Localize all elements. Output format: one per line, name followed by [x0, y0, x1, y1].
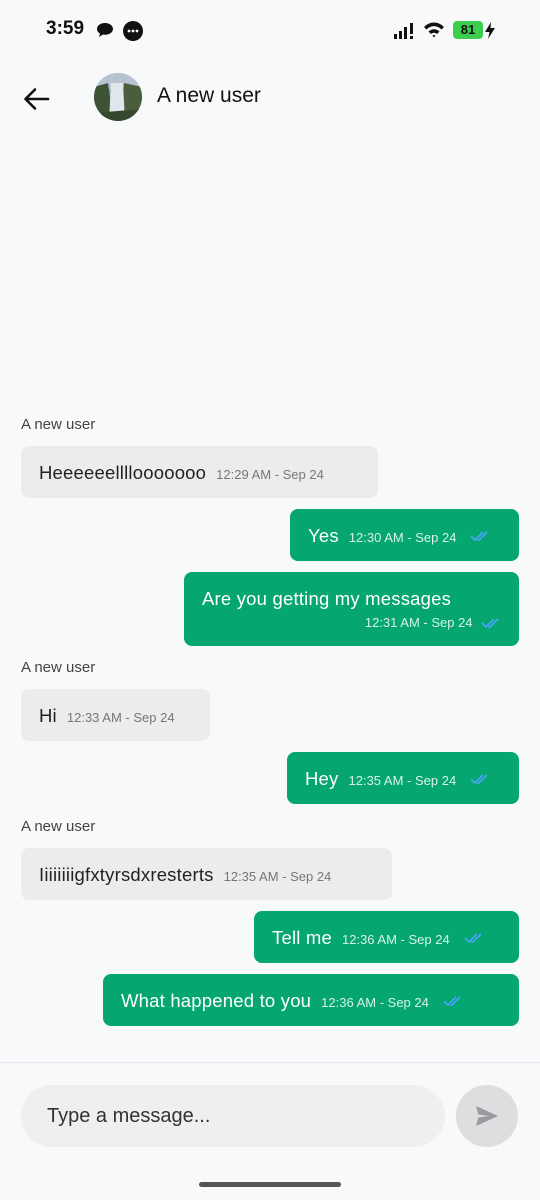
chat-screen: 3:59 81 A new user A new user Heeeeeelll… — [0, 0, 540, 1200]
message-timestamp: 12:31 AM - Sep 24 — [364, 615, 473, 630]
message-text: Heeeeeellllooooooo — [39, 462, 207, 483]
send-button[interactable] — [456, 1085, 518, 1147]
incoming-message-bubble[interactable]: Heeeeeellllooooooo 12:29 AM - Sep 24 — [21, 446, 378, 498]
avatar[interactable] — [94, 73, 142, 121]
double-check-read-icon — [470, 531, 489, 542]
message-text: Tell me — [272, 927, 332, 948]
battery-indicator: 81 — [453, 21, 483, 39]
message-text: What happened to you — [121, 990, 312, 1011]
double-check-read-icon — [443, 996, 461, 1007]
message-text: Iiiiiiiigfxtyrsdxresterts — [39, 864, 214, 885]
double-check-read-icon — [470, 774, 488, 785]
message-text: Are you getting my messages — [202, 588, 452, 609]
message-timestamp: 12:30 AM - Sep 24 — [348, 530, 457, 545]
message-timestamp: 12:29 AM - Sep 24 — [216, 467, 324, 482]
double-check-read-icon — [481, 618, 499, 628]
outgoing-message-bubble[interactable]: Hey 12:35 AM - Sep 24 — [287, 752, 519, 804]
status-time: 3:59 — [46, 18, 85, 39]
message-timestamp: 12:36 AM - Sep 24 — [342, 932, 450, 947]
incoming-message-bubble[interactable]: Iiiiiiiigfxtyrsdxresterts 12:35 AM - Sep… — [21, 848, 392, 900]
outgoing-message-bubble[interactable]: Yes 12:30 AM - Sep 24 — [290, 509, 519, 561]
charging-bolt-icon — [485, 22, 495, 39]
chat-bubble-notification-icon — [97, 23, 113, 37]
contact-name[interactable]: A new user — [157, 84, 261, 108]
send-icon — [476, 1106, 498, 1126]
messenger-notification-icon — [123, 21, 143, 41]
arrow-left-icon — [24, 88, 50, 110]
incoming-message-bubble[interactable]: Hi 12:33 AM - Sep 24 — [21, 689, 210, 741]
sender-label: A new user — [21, 818, 96, 835]
sender-label: A new user — [21, 659, 96, 676]
outgoing-message-bubble[interactable]: Tell me 12:36 AM - Sep 24 — [254, 911, 519, 963]
message-composer — [0, 1062, 540, 1200]
message-text: Hi — [39, 705, 57, 726]
waterfall-avatar-image — [94, 73, 142, 121]
message-input[interactable] — [21, 1085, 445, 1147]
message-timestamp: 12:35 AM - Sep 24 — [223, 869, 332, 884]
message-text: Hey — [305, 768, 339, 789]
message-timestamp: 12:35 AM - Sep 24 — [348, 773, 457, 788]
wifi-icon — [424, 22, 444, 38]
outgoing-message-bubble[interactable]: Are you getting my messages 12:31 AM - S… — [184, 572, 519, 646]
message-timestamp: 12:33 AM - Sep 24 — [66, 710, 175, 725]
chat-header: A new user — [0, 62, 540, 134]
outgoing-message-bubble[interactable]: What happened to you 12:36 AM - Sep 24 — [103, 974, 519, 1026]
message-timestamp: 12:36 AM - Sep 24 — [321, 995, 429, 1010]
signal-icon — [394, 23, 413, 39]
double-check-read-icon — [464, 933, 482, 944]
sender-label: A new user — [21, 416, 96, 433]
status-bar: 3:59 81 — [0, 0, 540, 62]
back-button[interactable] — [20, 82, 54, 116]
message-text: Yes — [308, 525, 339, 546]
home-indicator[interactable] — [199, 1182, 341, 1187]
